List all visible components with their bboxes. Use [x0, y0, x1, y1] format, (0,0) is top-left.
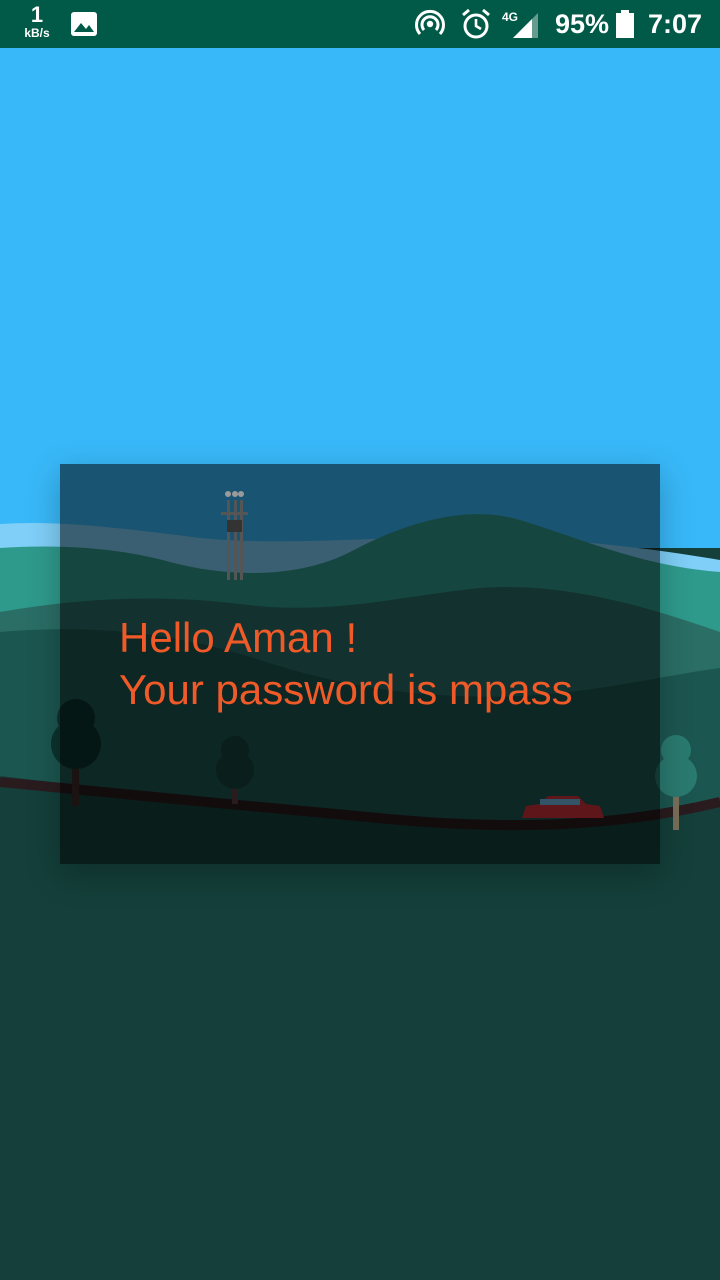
net-speed-value: 1 — [30, 2, 44, 27]
password-dialog: Hello Aman ! Your password is mpass — [60, 464, 660, 864]
net-speed-indicator: 1 kB/s — [18, 2, 56, 40]
status-bar: 1 kB/s 4G 95% 7:07 — [0, 0, 720, 48]
password-message: Hello Aman ! Your password is mpass — [119, 612, 573, 716]
battery-icon — [616, 10, 634, 38]
gallery-icon — [71, 12, 97, 36]
hotspot-icon — [415, 10, 445, 36]
signal-icon: 4G — [502, 10, 538, 38]
alarm-icon — [462, 8, 490, 39]
net-speed-unit: kB/s — [24, 26, 50, 40]
battery-percent: 95% — [555, 9, 610, 39]
network-type-label: 4G — [502, 10, 518, 24]
greeting-text: Hello Aman ! — [119, 614, 358, 661]
password-text: Your password is mpass — [119, 666, 573, 713]
clock: 7:07 — [648, 9, 703, 39]
